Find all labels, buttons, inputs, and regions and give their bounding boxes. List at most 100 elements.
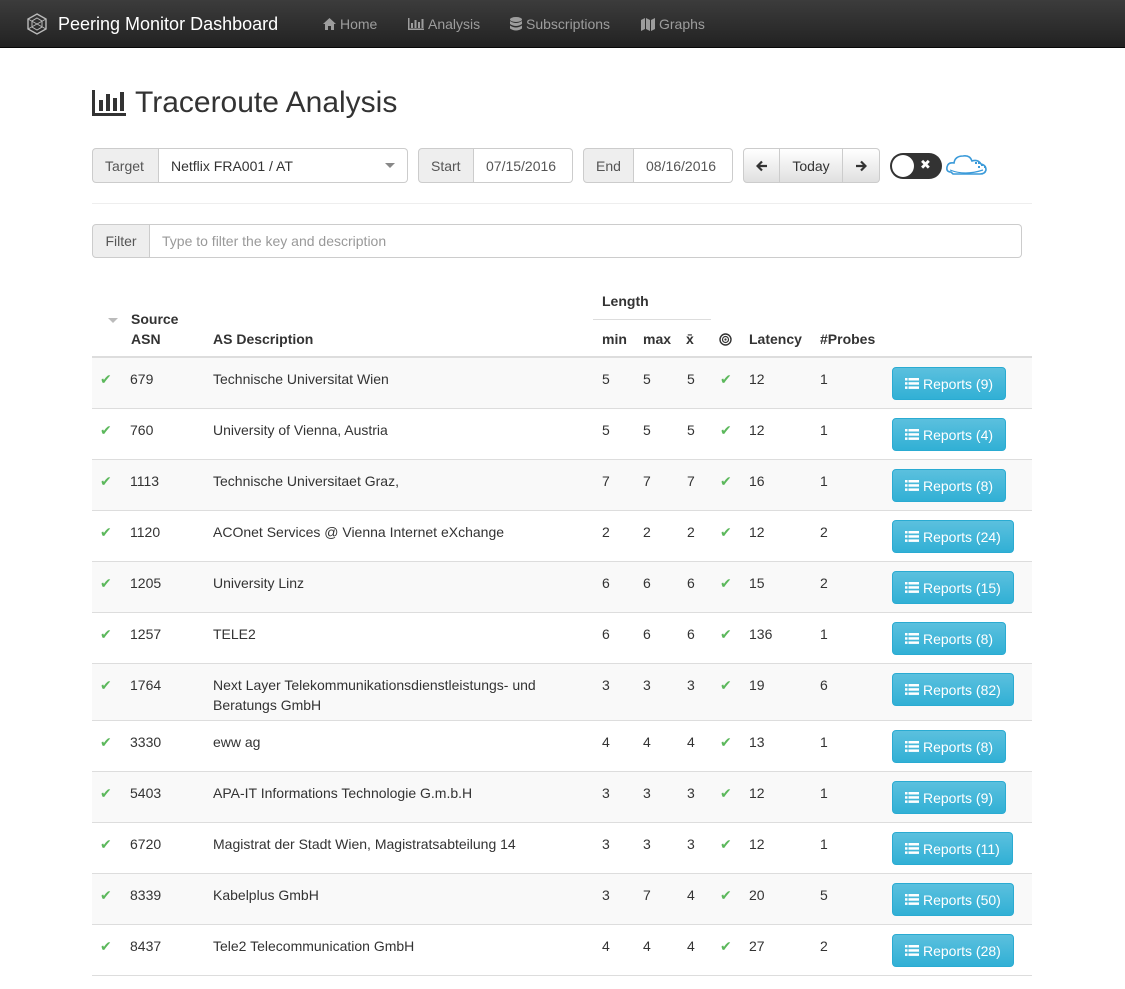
- length-group-rule: [593, 319, 711, 320]
- list-icon: [905, 741, 919, 752]
- max-cell: 5: [643, 371, 651, 387]
- max-cell: 5: [643, 422, 651, 438]
- mean-cell: 4: [687, 734, 695, 750]
- target-value: Netflix FRA001 / AT: [171, 157, 293, 174]
- asn-cell: 1120: [130, 524, 161, 540]
- probes-cell: 1: [820, 371, 828, 387]
- reports-button[interactable]: Reports (50): [892, 883, 1014, 916]
- check-icon: ✔: [100, 836, 112, 852]
- reports-label: Reports (11): [923, 840, 1000, 857]
- as-description: Tele2 Telecommunication GmbH: [213, 938, 415, 954]
- reports-button[interactable]: Reports (8): [892, 469, 1007, 502]
- as-description-cell: Technische Universitat Wien: [213, 369, 583, 389]
- asn-cell: 3330: [130, 734, 162, 750]
- table-row: ✔ 5403 APA-IT Informations Technologie G.m…: [92, 772, 1032, 823]
- probes-cell: 1: [820, 836, 828, 852]
- check-icon: ✔: [100, 734, 112, 750]
- latency-cell: 12: [749, 836, 765, 852]
- header-max[interactable]: max: [643, 331, 671, 347]
- next-period-button[interactable]: [843, 148, 880, 183]
- header-source[interactable]: Source: [131, 311, 178, 327]
- min-cell: 3: [602, 836, 610, 852]
- min-cell: 2: [602, 524, 610, 540]
- reports-button[interactable]: Reports (8): [892, 730, 1007, 763]
- as-description-cell: eww ag: [213, 732, 583, 752]
- mean-cell: 5: [687, 422, 695, 438]
- table-row: ✔ 1113 Technische Universitaet Graz, 7 7 7 ✔ 16…: [92, 460, 1032, 511]
- reports-button[interactable]: Reports (11): [892, 832, 1013, 865]
- latency-cell: 12: [749, 371, 765, 387]
- as-description: Magistrat der Stadt Wien, Magistratsabte…: [213, 836, 516, 852]
- today-button[interactable]: Today: [780, 148, 843, 183]
- as-description-cell: Technische Universitaet Graz,: [213, 471, 583, 491]
- target-group: Target Netflix FRA001 / AT: [92, 148, 408, 183]
- nav-analysis-label: Analysis: [428, 16, 481, 32]
- nav-graphs[interactable]: Graphs: [641, 0, 705, 48]
- latency-cell: 12: [749, 785, 765, 801]
- reports-button[interactable]: Reports (8): [892, 622, 1007, 655]
- min-cell: 4: [602, 938, 610, 954]
- header-asn[interactable]: ASN: [131, 331, 161, 347]
- max-cell: 2: [643, 524, 651, 540]
- reports-button[interactable]: Reports (24): [892, 520, 1014, 553]
- as-description: APA-IT Informations Technologie G.m.b.H: [213, 785, 473, 801]
- end-group: End 08/16/2016: [583, 148, 733, 183]
- as-description-cell: ACOnet Services @ Vienna Internet eXchan…: [213, 522, 583, 542]
- reports-button[interactable]: Reports (82): [892, 673, 1014, 706]
- asn-cell: 8339: [130, 887, 162, 903]
- asn-cell: 1764: [130, 677, 162, 693]
- nav-home-label: Home: [340, 16, 378, 32]
- mean-cell: 6: [687, 575, 695, 591]
- as-description-cell: University Linz: [213, 573, 583, 593]
- header-latency[interactable]: Latency: [749, 331, 802, 347]
- header-description[interactable]: AS Description: [213, 331, 313, 347]
- mean-cell: 2: [687, 524, 695, 540]
- check-icon: ✔: [100, 785, 112, 801]
- reports-button[interactable]: Reports (28): [892, 934, 1014, 967]
- start-date-input[interactable]: 07/15/2016: [474, 148, 573, 183]
- min-cell: 6: [602, 626, 610, 642]
- as-description: Technische Universitat Wien: [213, 371, 389, 387]
- nav-home[interactable]: Home: [323, 0, 377, 48]
- database-icon: [510, 17, 522, 31]
- nav-subscriptions[interactable]: Subscriptions: [510, 0, 610, 48]
- latency-cell: 12: [749, 422, 765, 438]
- check-icon: ✔: [720, 371, 732, 387]
- table-row: ✔ 1205 University Linz 6 6 6 ✔ 15 2 Reports (15): [92, 562, 1032, 613]
- reports-label: Reports (28): [923, 942, 1001, 959]
- max-cell: 7: [643, 887, 651, 903]
- latency-cell: 16: [749, 473, 765, 489]
- header-probes[interactable]: #Probes: [820, 331, 875, 347]
- list-icon: [905, 378, 919, 389]
- check-icon: ✔: [100, 887, 112, 903]
- reports-label: Reports (50): [923, 891, 1001, 908]
- latency-cell: 136: [749, 626, 773, 642]
- sort-caret-icon[interactable]: [108, 318, 118, 323]
- latency-cell: 12: [749, 524, 765, 540]
- end-date-input[interactable]: 08/16/2016: [634, 148, 733, 183]
- probes-cell: 2: [820, 524, 828, 540]
- header-mean[interactable]: x̄: [686, 331, 694, 347]
- header-min[interactable]: min: [602, 331, 627, 347]
- target-select[interactable]: Netflix FRA001 / AT: [159, 148, 408, 183]
- reports-button[interactable]: Reports (9): [892, 781, 1007, 814]
- reports-button[interactable]: Reports (15): [892, 571, 1014, 604]
- chevron-down-icon: [385, 163, 395, 168]
- reports-button[interactable]: Reports (9): [892, 367, 1007, 400]
- filter-input[interactable]: [150, 224, 1022, 258]
- nav-analysis[interactable]: Analysis: [408, 0, 480, 48]
- as-description-line2: Beratungs GmbH: [213, 697, 322, 713]
- toggle-switch[interactable]: ✖: [890, 153, 942, 179]
- max-cell: 3: [643, 836, 651, 852]
- logo-icon: [27, 13, 47, 35]
- target-label: Target: [92, 148, 159, 183]
- arrow-left-icon: [755, 160, 767, 171]
- brand[interactable]: Peering Monitor Dashboard: [26, 0, 278, 48]
- prev-period-button[interactable]: [743, 148, 780, 183]
- probes-cell: 2: [820, 938, 828, 954]
- min-cell: 5: [602, 422, 610, 438]
- table-row: ✔ 6720 Magistrat der Stadt Wien, Magistrat…: [92, 823, 1032, 874]
- max-cell: 7: [643, 473, 651, 489]
- close-icon: ✖: [920, 157, 931, 172]
- reports-button[interactable]: Reports (4): [892, 418, 1007, 451]
